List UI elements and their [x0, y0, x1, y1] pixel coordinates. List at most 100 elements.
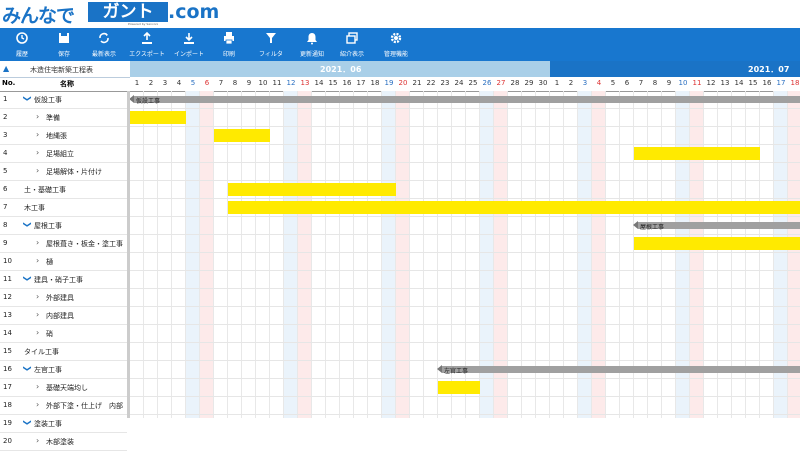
chevron-down-icon[interactable]: ❯ [23, 221, 32, 228]
chevron-right-icon[interactable]: › [36, 436, 39, 445]
task-row[interactable]: 17 › 基礎天端均し [0, 379, 127, 397]
task-row[interactable]: 20 › 木部塗装 [0, 433, 127, 451]
task-number: 9 [3, 239, 8, 247]
task-row[interactable]: 8 ❯ 屋根工事 [0, 217, 127, 235]
day-label: 19 [384, 79, 394, 87]
day-column [200, 91, 214, 418]
day-label: 13 [720, 79, 730, 87]
day-label: 6 [204, 79, 210, 87]
day-label: 4 [176, 79, 182, 87]
task-row[interactable]: 11 ❯ 建具・硝子工事 [0, 271, 127, 289]
day-label: 17 [356, 79, 366, 87]
toolbar-button-label: フィルタ [259, 51, 283, 58]
day-label: 8 [232, 79, 238, 87]
toolbar-button-gear[interactable]: 管理機能 [377, 28, 415, 61]
task-row[interactable]: 10 › 樋 [0, 253, 127, 271]
summary-bar[interactable] [130, 95, 800, 103]
task-row[interactable]: 7 木工事 [0, 199, 127, 217]
day-label: 30 [538, 79, 548, 87]
summary-bar[interactable] [437, 365, 800, 373]
row-divider [130, 162, 800, 163]
task-row[interactable]: 18 › 外部下塗・仕上げ 内部 [0, 397, 127, 415]
logo-box: ガント [88, 2, 168, 22]
row-divider [130, 414, 800, 415]
day-label: 15 [748, 79, 758, 87]
day-label: 11 [692, 79, 702, 87]
chevron-down-icon[interactable]: ❯ [23, 365, 32, 372]
task-row[interactable]: 1 ❯ 仮設工事 [0, 91, 127, 109]
toolbar-button-history[interactable]: 履歴 [3, 28, 41, 61]
toolbar-button-import[interactable]: インポート [170, 28, 208, 61]
month-june: 2021．06 [130, 61, 550, 77]
row-divider [130, 144, 800, 145]
chevron-right-icon[interactable]: › [36, 112, 39, 121]
toolbar-button-save[interactable]: 保存 [45, 28, 83, 61]
chevron-right-icon[interactable]: › [36, 328, 39, 337]
task-row[interactable]: 6 土・基礎工事 [0, 181, 127, 199]
task-row[interactable]: 2 › 準備 [0, 109, 127, 127]
chevron-right-icon[interactable]: › [36, 130, 39, 139]
day-column [298, 91, 312, 418]
task-row[interactable]: 12 › 外部建具 [0, 289, 127, 307]
toolbar-button-print[interactable]: 印刷 [210, 28, 248, 61]
day-label: 14 [314, 79, 324, 87]
task-bar[interactable] [634, 147, 760, 160]
chevron-right-icon[interactable]: › [36, 166, 39, 175]
task-list: 1 ❯ 仮設工事 2 › 準備 3 › 地縄張 4 › 足場組立 5 › 足場解体・片付け 6 土・基礎工事 7 木… [0, 91, 130, 451]
day-label: 7 [218, 79, 224, 87]
chevron-right-icon[interactable]: › [36, 310, 39, 319]
task-row[interactable]: 14 › 硝 [0, 325, 127, 343]
toolbar-button-export[interactable]: エクスポート [128, 28, 166, 61]
task-row[interactable]: 15 タイル工事 [0, 343, 127, 361]
day-column [354, 91, 368, 418]
task-row[interactable]: 16 ❯ 左官工事 [0, 361, 127, 379]
toolbar-button-bell[interactable]: 更新通知 [293, 28, 331, 61]
task-row[interactable]: 9 › 屋根葺き・板金・塗工事 [0, 235, 127, 253]
row-divider [130, 252, 800, 253]
day-column [312, 91, 326, 418]
task-name: 仮設工事 [34, 96, 62, 104]
toolbar-button-filter[interactable]: フィルタ [252, 28, 290, 61]
row-divider [130, 180, 800, 181]
chevron-up-icon[interactable]: ▲ [3, 64, 9, 73]
task-bar[interactable] [214, 129, 270, 142]
task-number: 8 [3, 221, 8, 229]
task-number: 17 [3, 383, 12, 391]
day-label: 9 [666, 79, 672, 87]
row-divider [130, 288, 800, 289]
task-name: 土・基礎工事 [24, 186, 66, 194]
task-row[interactable]: 4 › 足場組立 [0, 145, 127, 163]
chevron-right-icon[interactable]: › [36, 382, 39, 391]
chevron-down-icon[interactable]: ❯ [23, 419, 32, 426]
day-label: 27 [496, 79, 506, 87]
task-bar[interactable] [634, 237, 800, 250]
day-label: 8 [652, 79, 658, 87]
task-row[interactable]: 3 › 地縄張 [0, 127, 127, 145]
chevron-right-icon[interactable]: › [36, 400, 39, 409]
task-bar[interactable] [130, 111, 186, 124]
month-july: 2021．07 [550, 61, 800, 77]
task-number: 18 [3, 401, 12, 409]
toolbar-button-windows[interactable]: 紹介表示 [333, 28, 371, 61]
chevron-right-icon[interactable]: › [36, 148, 39, 157]
chevron-right-icon[interactable]: › [36, 256, 39, 265]
task-row[interactable]: 5 › 足場解体・片付け [0, 163, 127, 181]
task-bar[interactable] [438, 381, 480, 394]
chevron-right-icon[interactable]: › [36, 292, 39, 301]
day-label: 29 [524, 79, 534, 87]
chevron-down-icon[interactable]: ❯ [23, 95, 32, 102]
chevron-down-icon[interactable]: ❯ [23, 275, 32, 282]
project-header: ▲ 木造住宅新築工程表 [0, 61, 130, 78]
task-row[interactable]: 13 › 内部建具 [0, 307, 127, 325]
toolbar-button-refresh[interactable]: 最新表示 [85, 28, 123, 61]
task-number: 19 [3, 419, 12, 427]
summary-bar-label: 屋根工事 [640, 224, 665, 231]
task-bar[interactable] [228, 183, 396, 196]
task-name: 建具・硝子工事 [34, 276, 83, 284]
day-column [284, 91, 298, 418]
day-label: 17 [776, 79, 786, 87]
row-divider [130, 270, 800, 271]
app-logo: みんなで ガント .com Powered by Sanconi [0, 0, 800, 28]
chevron-right-icon[interactable]: › [36, 238, 39, 247]
task-bar[interactable] [228, 201, 800, 214]
